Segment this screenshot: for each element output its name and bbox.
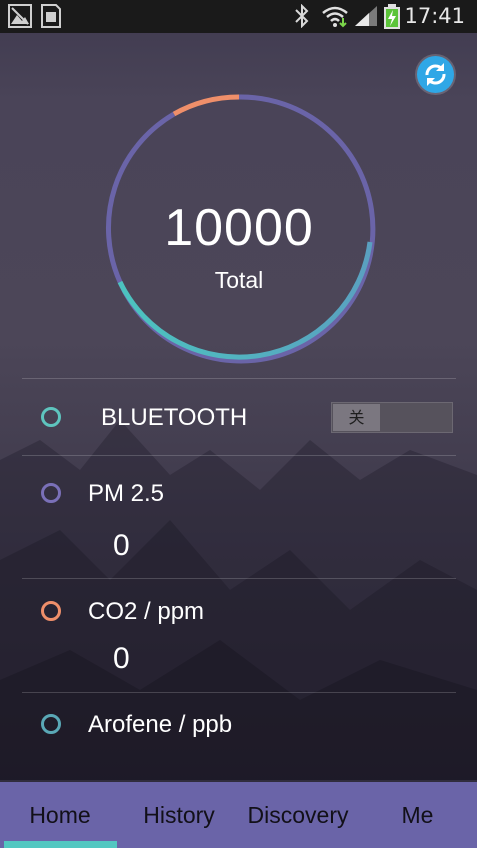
divider [22,455,456,456]
arofene-ring-icon [41,714,61,734]
divider [22,692,456,693]
tab-me[interactable]: Me [358,782,477,848]
pm25-label: PM 2.5 [88,480,165,507]
bluetooth-status-ring-icon [41,407,61,427]
co2-value: 0 [113,642,130,675]
arofene-label: Arofene / ppb [88,711,233,738]
signal-icon [355,6,377,26]
pm25-value: 0 [113,529,130,562]
refresh-icon [425,63,446,86]
gauge-orange-arc [172,94,240,117]
bottom-nav: Home History Discovery Me [0,782,477,848]
total-value: 10000 [164,199,314,257]
active-tab-indicator [4,841,117,848]
pm25-ring-icon [41,483,61,503]
bluetooth-icon [295,4,309,28]
divider [22,378,456,379]
bluetooth-label: BLUETOOTH [101,404,248,431]
tab-history[interactable]: History [120,782,238,848]
wifi-icon [322,6,348,28]
status-bar: 17:41 [0,0,477,33]
total-label: Total [214,267,264,293]
tab-home[interactable]: Home [0,782,120,848]
refresh-button[interactable] [417,56,454,93]
battery-charging-icon [384,4,400,29]
mountain-background [0,420,477,780]
tab-discovery[interactable]: Discovery [238,782,358,848]
co2-ring-icon [41,601,61,621]
sd-card-icon [41,4,61,28]
app-screen: 17:41 10000 Total BLUETOOTH 关 PM 2.5 0 C… [0,0,477,848]
divider [22,578,456,579]
toggle-knob: 关 [333,404,380,431]
co2-label: CO2 / ppm [88,598,205,625]
clock-time: 17:41 [404,4,465,28]
image-notification-icon [8,4,32,28]
gauge-teal-arc [117,241,373,360]
bluetooth-toggle[interactable]: 关 [331,402,453,433]
